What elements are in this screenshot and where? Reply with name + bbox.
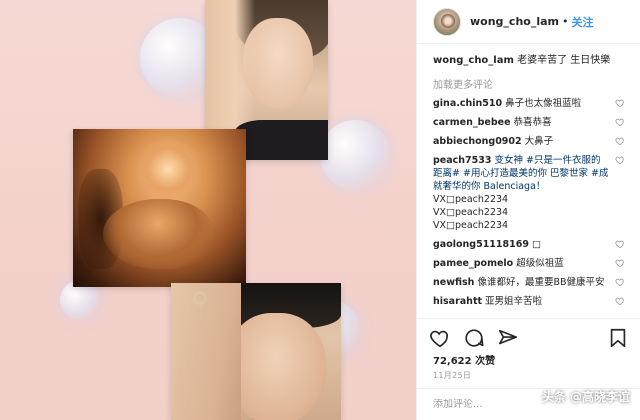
comment-author[interactable]: gina.chin510 [433,98,502,109]
separator-dot: • [562,15,569,28]
avatar[interactable] [433,7,461,36]
comment-item: carmen_bebee 恭喜恭喜 [433,116,625,129]
watermark: 头条 @高晓李谊 [541,390,630,404]
comment-text: 超级似祖蓝 [516,258,564,269]
comment-icon[interactable] [463,327,485,349]
comment-author[interactable]: gaolong51118169 [433,239,529,250]
comment-extra-line: VX□peach2234 [433,220,509,231]
comment-like-heart-icon[interactable] [615,117,625,127]
comment-text: 亚男姐辛苦啦 [485,296,543,307]
follow-button[interactable]: 关注 [572,14,594,30]
comment-item: peach7533 变女神 #只是一件衣服的距离# #用心打造最美的你 巴黎世家 … [433,154,625,232]
comments-list[interactable]: wong_cho_lam 老婆辛苦了 生日快樂 加载更多评论 gina.chin… [417,50,640,313]
photo-ultrasound [73,129,246,287]
comment-item: gaolong51118169 □ [433,238,625,251]
photo-man [171,283,341,420]
comment-text: 大鼻子 [524,136,554,147]
decorative-bubble [320,120,390,190]
comment-like-heart-icon[interactable] [615,239,625,249]
caption-text: 老婆辛苦了 生日快樂 [517,55,611,66]
comment-author[interactable]: abbiechong0902 [433,136,522,147]
comment-author[interactable]: hisarahtt [433,296,482,307]
comment-like-heart-icon[interactable] [615,258,625,268]
post-header: wong_cho_lam • 关注 [417,0,640,44]
comment-author[interactable]: newfish [433,277,474,288]
comment-extra-line: VX□peach2234 [433,207,509,218]
likes-count[interactable]: 72,622 次赞 [433,352,495,367]
post-sidebar: wong_cho_lam • 关注 wong_cho_lam 老婆辛苦了 生日快… [416,0,640,420]
comment-author[interactable]: pamee_pomelo [433,258,513,269]
comment-text: 鼻子也太像祖蓝啦 [505,98,582,109]
heart-icon[interactable] [429,327,451,349]
comment-item: gina.chin510 鼻子也太像祖蓝啦 [433,97,625,110]
load-more-comments[interactable]: 加载更多评论 [433,76,625,91]
comment-item: hisarahtt 亚男姐辛苦啦 [433,295,625,308]
comment-author[interactable]: peach7533 [433,155,492,166]
comment-item: newfish 像谁都好，最重要BB健康平安 [433,276,625,289]
comment-like-heart-icon[interactable] [615,155,625,165]
share-icon[interactable] [497,327,519,349]
bookmark-icon[interactable] [607,327,629,349]
post-date[interactable]: 11月25日 [433,370,471,381]
comment-like-heart-icon[interactable] [615,296,625,306]
comment-text: 恭喜恭喜 [513,117,552,128]
username-link[interactable]: wong_cho_lam [470,15,559,28]
comment-text: □ [531,239,541,250]
action-bar [417,318,640,356]
post-caption: wong_cho_lam 老婆辛苦了 生日快樂 [433,54,625,68]
comment-author[interactable]: carmen_bebee [433,117,511,128]
caption-author[interactable]: wong_cho_lam [433,55,514,66]
comment-like-heart-icon[interactable] [615,136,625,146]
comment-item: pamee_pomelo 超级似祖蓝 [433,257,625,270]
comment-like-heart-icon[interactable] [615,277,625,287]
comment-text: 像谁都好，最重要BB健康平安 [477,277,605,288]
comment-extra-line: VX□peach2234 [433,194,509,205]
comment-item: abbiechong0902 大鼻子 [433,135,625,148]
comment-like-heart-icon[interactable] [615,98,625,108]
post-image[interactable] [0,0,416,420]
